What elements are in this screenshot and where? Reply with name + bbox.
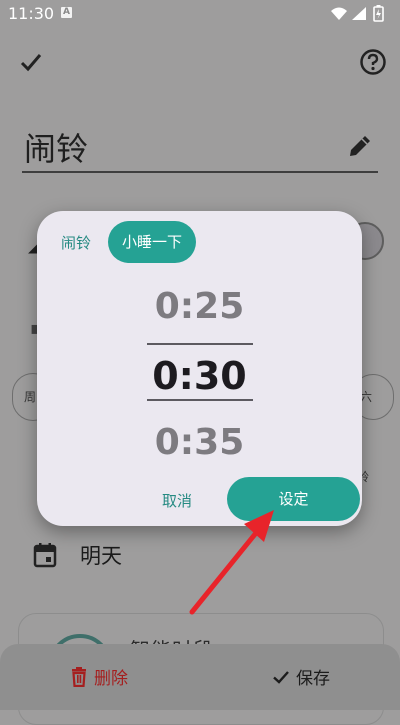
tab-alarm[interactable]: 闹铃: [61, 232, 91, 253]
picker-prev-value[interactable]: 0:25: [37, 286, 362, 327]
save-button[interactable]: 保存: [272, 664, 330, 689]
delete-label: 删除: [94, 669, 128, 689]
status-bar: 11:30 A: [0, 0, 400, 28]
picker-divider: [147, 343, 253, 345]
calendar-icon: [33, 542, 57, 568]
label-underline: [22, 171, 378, 173]
trash-icon: [72, 666, 86, 687]
battery-icon: [376, 9, 381, 19]
tab-nap[interactable]: 小睡一下: [108, 221, 196, 263]
save-label: 保存: [296, 669, 330, 689]
check-icon[interactable]: [20, 52, 42, 72]
notification-icon: A: [61, 7, 72, 18]
pencil-icon[interactable]: [346, 132, 374, 160]
picker-next-value[interactable]: 0:35: [37, 422, 362, 463]
status-time: 11:30: [8, 4, 55, 23]
delete-button[interactable]: 删除: [70, 664, 128, 689]
picker-divider: [147, 399, 253, 401]
day-chip-label: 周: [24, 390, 37, 404]
picker-current-value[interactable]: 0:30: [37, 354, 362, 398]
date-text: 明天: [80, 544, 122, 568]
alarm-label[interactable]: 闹铃: [24, 124, 88, 170]
check-icon: [273, 670, 289, 684]
wifi-icon: [331, 7, 347, 20]
bottom-action-bar: [0, 644, 400, 710]
help-icon[interactable]: [359, 48, 387, 76]
system-icons: [330, 5, 390, 27]
signal-icon: [352, 7, 366, 20]
annotation-arrow-icon: [180, 500, 280, 624]
